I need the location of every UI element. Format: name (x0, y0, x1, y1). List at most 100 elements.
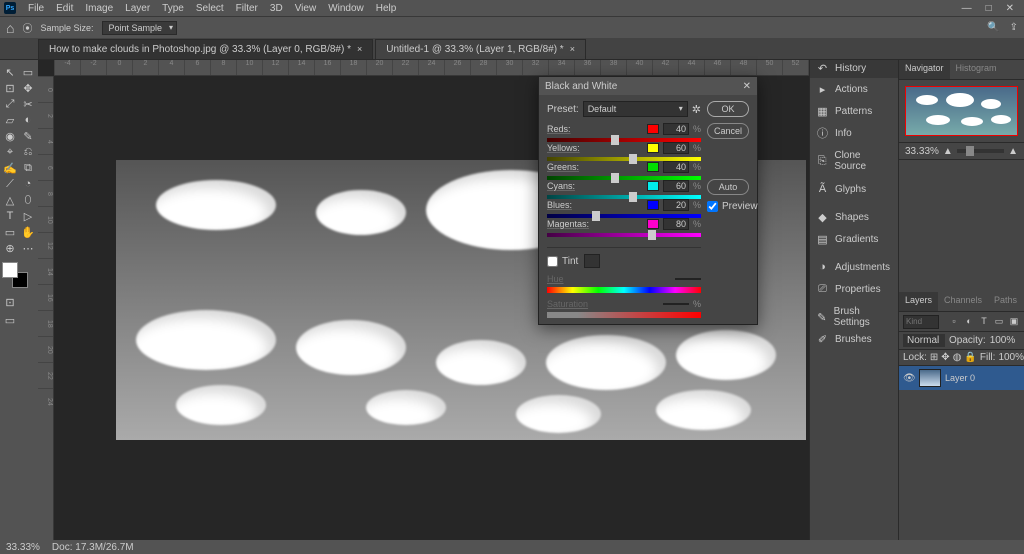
slider-handle[interactable] (648, 230, 656, 240)
lock-icon[interactable]: 🔒 (964, 352, 976, 363)
close-icon[interactable]: ✕ (743, 81, 751, 92)
filter-adjust-icon[interactable]: ◐ (963, 316, 975, 328)
tool-icon[interactable]: ⋯ (20, 240, 36, 256)
gear-icon[interactable]: ✲ (692, 103, 701, 116)
menu-3d[interactable]: 3D (264, 3, 289, 14)
panel-glyphs[interactable]: ÃGlyphs (810, 178, 898, 200)
menu-layer[interactable]: Layer (119, 3, 156, 14)
preset-dropdown[interactable]: Default (583, 101, 688, 117)
history-panel-tab[interactable]: ↶ History (810, 60, 898, 78)
ok-button[interactable]: OK (707, 101, 749, 117)
close-window-button[interactable]: ✕ (1006, 3, 1014, 14)
foreground-color-swatch[interactable] (2, 262, 18, 278)
slider-value-input[interactable]: 60 (663, 142, 689, 154)
filter-pixel-icon[interactable]: ▫ (948, 316, 960, 328)
sample-size-dropdown[interactable]: Point Sample (102, 21, 178, 35)
tool-icon[interactable]: ◐ (20, 112, 36, 128)
tool-icon[interactable]: ▭ (20, 64, 36, 80)
vertical-ruler[interactable]: 024681012141618202224 (38, 76, 54, 540)
slider-handle[interactable] (592, 211, 600, 221)
tool-icon[interactable]: ⎌ (20, 144, 36, 160)
menu-window[interactable]: Window (322, 3, 370, 14)
layer-thumbnail[interactable] (919, 369, 941, 387)
dialog-titlebar[interactable]: Black and White ✕ (539, 77, 757, 95)
status-doc-size[interactable]: Doc: 17.3M/26.7M (52, 542, 134, 553)
document-tab-inactive[interactable]: Untitled-1 @ 33.3% (Layer 1, RGB/8#) *× (375, 39, 586, 59)
tool-icon[interactable]: ⊕ (2, 240, 18, 256)
menu-file[interactable]: File (22, 3, 50, 14)
menu-filter[interactable]: Filter (230, 3, 264, 14)
histogram-tab[interactable]: Histogram (950, 60, 1003, 79)
tint-color-swatch[interactable] (584, 254, 600, 268)
filter-smart-icon[interactable]: ▣ (1008, 316, 1020, 328)
tool-icon[interactable]: ▱ (2, 112, 18, 128)
tool-icon[interactable]: ⧉ (20, 160, 36, 176)
tool-icon[interactable]: ⌖ (2, 144, 18, 160)
home-icon[interactable]: ⌂ (6, 20, 14, 36)
zoom-in-icon[interactable]: ▲ (1008, 146, 1018, 157)
slider-track[interactable] (547, 138, 701, 142)
horizontal-ruler[interactable]: -4-2024681012141618202224262830323436384… (54, 60, 809, 76)
tool-icon[interactable]: T (2, 208, 18, 224)
panel-brush-settings[interactable]: ✎Brush Settings (810, 306, 898, 328)
tool-icon[interactable]: △ (2, 192, 18, 208)
tool-icon[interactable]: ⤢ (2, 96, 18, 112)
lock-position-icon[interactable]: ✥ (941, 352, 949, 363)
slider-handle[interactable] (611, 173, 619, 183)
slider-track[interactable] (547, 157, 701, 161)
layer-name[interactable]: Layer 0 (945, 373, 975, 383)
search-icon[interactable]: 🔍 (987, 22, 999, 33)
navigator-tab[interactable]: Navigator (899, 60, 950, 79)
tool-icon[interactable]: ◔ (20, 176, 36, 192)
tool-icon[interactable]: ⟋ (2, 176, 18, 192)
panel-gradients[interactable]: ▤Gradients (810, 228, 898, 250)
fill-value[interactable]: 100% (998, 352, 1024, 363)
slider-handle[interactable] (629, 154, 637, 164)
visibility-icon[interactable]: 👁 (903, 373, 915, 384)
cancel-button[interactable]: Cancel (707, 123, 749, 139)
panel-actions[interactable]: ▸Actions (810, 78, 898, 100)
blend-mode-dropdown[interactable]: Normal (903, 334, 945, 347)
tool-icon[interactable]: ▭ (2, 224, 18, 240)
tool-icon[interactable]: ✍ (2, 160, 18, 176)
auto-button[interactable]: Auto (707, 179, 749, 195)
menu-image[interactable]: Image (79, 3, 119, 14)
slider-value-input[interactable]: 60 (663, 180, 689, 192)
maximize-button[interactable]: □ (986, 3, 992, 14)
paths-tab[interactable]: Paths (988, 292, 1023, 311)
panel-adjustments[interactable]: ◑Adjustments (810, 256, 898, 278)
slider-handle[interactable] (611, 135, 619, 145)
filter-type-icon[interactable]: T (978, 316, 990, 328)
tool-icon[interactable]: ✥ (20, 80, 36, 96)
slider-value-input[interactable]: 20 (663, 199, 689, 211)
preview-checkbox[interactable]: Preview (707, 201, 749, 212)
filter-shape-icon[interactable]: ▭ (993, 316, 1005, 328)
slider-value-input[interactable]: 40 (663, 161, 689, 173)
menu-type[interactable]: Type (156, 3, 190, 14)
close-icon[interactable]: × (357, 44, 362, 54)
minimize-button[interactable]: — (962, 3, 972, 14)
slider-track[interactable] (547, 176, 701, 180)
screen-mode-icon[interactable]: ▭ (2, 312, 18, 328)
menu-view[interactable]: View (289, 3, 323, 14)
tool-icon[interactable]: ⬯ (20, 192, 36, 208)
layer-filter-input[interactable] (903, 315, 939, 329)
layers-tab[interactable]: Layers (899, 292, 938, 311)
zoom-out-icon[interactable]: ▲ (943, 146, 953, 157)
slider-value-input[interactable]: 80 (663, 218, 689, 230)
slider-value-input[interactable]: 40 (663, 123, 689, 135)
tool-preset-icon[interactable]: ⦿ (22, 20, 32, 35)
menu-help[interactable]: Help (370, 3, 403, 14)
tool-icon[interactable]: ✂ (20, 96, 36, 112)
panel-patterns[interactable]: ▦Patterns (810, 100, 898, 122)
menu-edit[interactable]: Edit (50, 3, 79, 14)
share-icon[interactable]: ⇪ (1010, 22, 1018, 33)
panel-info[interactable]: ⓘInfo (810, 122, 898, 144)
panel-properties[interactable]: ⎚Properties (810, 278, 898, 300)
lock-all-icon[interactable]: ⊞ (930, 352, 938, 363)
status-zoom[interactable]: 33.33% (6, 542, 40, 553)
channels-tab[interactable]: Channels (938, 292, 988, 311)
slider-track[interactable] (547, 195, 701, 199)
tool-icon[interactable]: ✋ (20, 224, 36, 240)
layer-row[interactable]: 👁 Layer 0 (899, 366, 1024, 390)
